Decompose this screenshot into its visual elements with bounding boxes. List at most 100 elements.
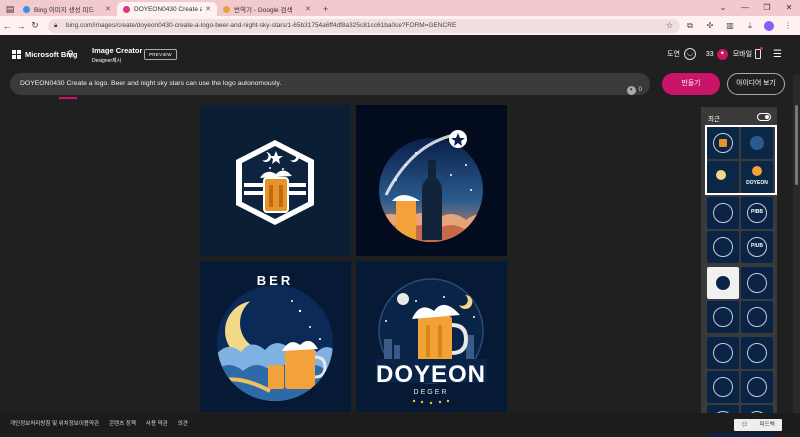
recent-thumbnail[interactable]: PIBB <box>741 197 773 229</box>
more-options-icon[interactable]: ⋮ <box>778 21 798 30</box>
tab-doyeon[interactable]: DOYEON0430 Create a logo. ✕ <box>117 2 217 16</box>
bookmark-star-icon[interactable]: ☆ <box>666 19 673 33</box>
tab-title: 번역기 - Google 검색 <box>234 7 293 14</box>
ber-moon-logo: BER <box>217 273 333 401</box>
lock-icon[interactable]: 🔒︎ <box>54 19 57 33</box>
download-icon[interactable]: ⤓ <box>740 21 760 31</box>
bing-header: Microsoft Bing ⚲ Image Creator Designer제… <box>0 35 800 75</box>
result-image-1[interactable] <box>200 105 351 256</box>
tab-title: DOYEON0430 Create a logo. <box>134 5 203 13</box>
footer: 개인정보처리방침 및 위치정보이용약관 콘텐츠 정책 사용 약관 의견 💬︎ 피… <box>0 413 800 433</box>
hamburger-menu-icon[interactable]: ☰ <box>773 49 782 60</box>
puzzle-icon[interactable]: ✣ <box>700 21 720 30</box>
close-tab-icon[interactable]: ✕ <box>205 5 211 13</box>
recent-thumbnail[interactable] <box>707 267 739 299</box>
close-tab-icon[interactable]: ✕ <box>305 5 311 13</box>
image-creator-title[interactable]: Image Creator Designer제시 <box>92 46 142 64</box>
recent-thumbnail[interactable] <box>741 127 773 159</box>
recent-thumbnail[interactable] <box>741 337 773 369</box>
url-text: bing.com/images/create/doyeon0430-create… <box>66 21 457 29</box>
new-tab-button[interactable]: + <box>317 2 334 16</box>
recent-group-3[interactable] <box>707 267 775 333</box>
doyeon-logo: DOYEON DEGER <box>376 278 487 405</box>
recent-thumbnail[interactable] <box>707 337 739 369</box>
window-controls: ⌄ — ❐ ✕ <box>712 0 800 16</box>
extension-icon[interactable]: ⧉ <box>680 21 700 31</box>
recent-thumbnail[interactable] <box>707 127 739 159</box>
minimize-icon[interactable]: — <box>734 0 756 16</box>
recent-thumbnail[interactable] <box>707 197 739 229</box>
recent-thumbnail[interactable] <box>707 161 739 193</box>
recent-group-4[interactable] <box>707 337 775 403</box>
chevron-down-icon[interactable]: ⌄ <box>712 0 734 16</box>
recent-sidebar: 최근 DOYEON PIBB PIUB <box>701 107 777 437</box>
user-avatar-icon[interactable]: ◡ <box>683 48 696 60</box>
footer-link-privacy[interactable]: 개인정보처리방침 및 위치정보이용약관 <box>10 419 99 427</box>
header-right: 도연 ◡ 33 ✦ 모바일 ☰ <box>667 46 800 62</box>
tab-bing-feed[interactable]: Bing 이미지 생성 피드 ✕ <box>17 2 117 16</box>
boost-coin-icon[interactable]: ✦ <box>716 48 728 60</box>
user-name[interactable]: 도연 <box>667 49 680 59</box>
recent-thumbnail[interactable] <box>741 371 773 403</box>
prompt-text: DOYEON0430 Create a logo. Beer and night… <box>20 80 282 87</box>
boost-coin-icon: ✦ <box>626 85 636 95</box>
recent-toggle[interactable] <box>757 113 771 121</box>
recent-thumbnail[interactable] <box>707 301 739 333</box>
url-field[interactable]: 🔒︎ bing.com/images/create/doyeon0430-cre… <box>48 18 680 33</box>
phone-icon[interactable] <box>755 47 764 59</box>
bottle-night-logo <box>379 130 483 242</box>
footer-link-content-policy[interactable]: 콘텐츠 정책 <box>109 419 136 427</box>
windows-logo-icon <box>12 50 21 59</box>
doyeon-text: DOYEON <box>376 361 486 388</box>
ber-text: BER <box>257 273 293 288</box>
tab-google-search[interactable]: 번역기 - Google 검색 ✕ <box>217 2 317 16</box>
feedback-label: 피드백 <box>759 422 775 428</box>
boost-indicator: ✦ 0 <box>626 79 642 101</box>
deger-text: DEGER <box>414 389 449 396</box>
recent-thumbnail[interactable] <box>707 231 739 263</box>
result-image-4[interactable]: DOYEON DEGER <box>356 261 507 412</box>
product-name: Image Creator <box>92 46 143 55</box>
preview-badge: PREVIEW <box>144 49 177 60</box>
thumb-label: PIUB <box>751 243 763 249</box>
explore-ideas-button[interactable]: 아이디어 보기 <box>727 73 785 95</box>
recent-thumbnail[interactable]: PIUB <box>741 231 773 263</box>
profile-avatar[interactable] <box>764 20 774 31</box>
bing-favicon-icon <box>123 5 130 13</box>
footer-link-feedback[interactable]: 의견 <box>178 419 188 427</box>
maximize-icon[interactable]: ❐ <box>756 0 778 16</box>
mobile-link[interactable]: 모바일 <box>733 49 752 59</box>
scrollbar-thumb[interactable] <box>795 105 798 185</box>
recent-group-1[interactable]: DOYEON <box>705 125 777 195</box>
prompt-input[interactable]: DOYEON0430 Create a logo. Beer and night… <box>10 73 650 95</box>
tab-list-icon[interactable]: ▤ <box>3 2 17 16</box>
recent-thumbnail[interactable] <box>741 267 773 299</box>
recent-thumbnail[interactable]: DOYEON <box>741 161 773 193</box>
hex-beer-logo <box>236 140 314 225</box>
feedback-button[interactable]: 💬︎ 피드백 <box>734 419 782 431</box>
footer-link-terms[interactable]: 사용 약관 <box>146 419 168 427</box>
back-icon[interactable]: ← <box>0 21 14 31</box>
create-button[interactable]: 만들기 <box>662 73 720 95</box>
search-icon[interactable]: ⚲ <box>67 49 74 60</box>
page-scrollbar[interactable] <box>793 75 800 413</box>
boost-count: 33 <box>705 50 714 58</box>
tab-title: Bing 이미지 생성 피드 <box>34 7 95 14</box>
sidebar-icon[interactable]: ▥ <box>720 21 740 30</box>
result-image-2[interactable] <box>356 105 507 256</box>
address-bar-row: ← → ↻ 🔒︎ bing.com/images/create/doyeon04… <box>0 16 800 35</box>
boost-count: 0 <box>638 87 642 93</box>
recent-thumbnail[interactable] <box>741 301 773 333</box>
close-window-icon[interactable]: ✕ <box>778 0 800 16</box>
recent-group-2[interactable]: PIBB PIUB <box>707 197 775 263</box>
recent-thumbnail[interactable] <box>707 371 739 403</box>
bing-favicon-icon <box>23 5 30 13</box>
browser-tab-bar: ▤ Bing 이미지 생성 피드 ✕ DOYEON0430 Create a l… <box>0 0 800 16</box>
result-image-3[interactable]: BER <box>200 261 351 412</box>
close-tab-icon[interactable]: ✕ <box>105 5 111 13</box>
forward-icon[interactable]: → <box>14 21 28 31</box>
thumb-label: DOYEON <box>746 180 768 186</box>
google-favicon-icon <box>223 5 230 13</box>
reload-icon[interactable]: ↻ <box>28 20 42 31</box>
tab-underline <box>59 97 77 99</box>
